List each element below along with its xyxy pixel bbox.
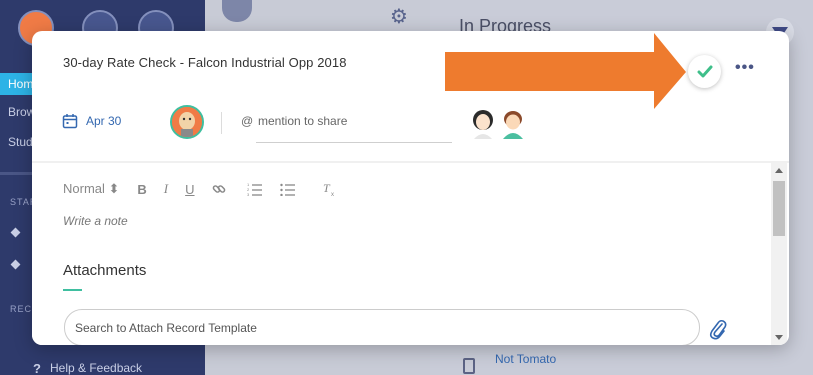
italic-button[interactable]: I (164, 181, 168, 197)
calendar-icon (62, 114, 78, 129)
task-title[interactable]: 30-day Rate Check - Falcon Industrial Op… (63, 55, 347, 70)
ordered-list-icon[interactable]: 1 2 3 (247, 182, 263, 196)
clear-format-icon[interactable]: T x (322, 181, 338, 197)
attachments-heading: Attachments (63, 262, 147, 279)
format-dropdown[interactable]: Normal ⬍ (63, 181, 119, 197)
bullet-list-icon[interactable] (279, 182, 296, 196)
check-icon (697, 65, 712, 77)
starred-item-icon[interactable] (10, 227, 21, 238)
more-options-button[interactable]: ••• (735, 59, 755, 77)
gear-icon[interactable]: ⚙ (390, 4, 408, 29)
paperclip-icon[interactable] (708, 318, 728, 340)
help-feedback-link[interactable]: Help & Feedback (50, 361, 142, 375)
complete-task-button[interactable] (688, 55, 721, 88)
scroll-down-icon[interactable] (775, 335, 783, 340)
annotation-arrow (445, 33, 686, 109)
attach-search-input[interactable]: Search to Attach Record Template (64, 309, 700, 345)
svg-text:3: 3 (247, 192, 250, 196)
underline-button[interactable]: U (185, 182, 194, 197)
svg-text:T: T (323, 181, 331, 195)
owner-avatar[interactable] (170, 105, 204, 139)
scroll-thumb[interactable] (773, 181, 785, 236)
mention-icon: @ (241, 114, 254, 128)
starred-item-icon[interactable] (10, 259, 21, 270)
note-editor[interactable]: Write a note (63, 214, 128, 228)
editor-toolbar: Normal ⬍ B I U 1 2 3 T x (63, 181, 355, 197)
link-icon[interactable] (212, 182, 226, 196)
attachments-underline (63, 289, 82, 291)
mention-placeholder: mention to share (258, 114, 348, 128)
record-icon (463, 358, 475, 374)
scroll-up-icon[interactable] (775, 168, 783, 173)
due-date[interactable]: Apr 30 (62, 113, 121, 129)
task-content: Normal ⬍ B I U 1 2 3 T x Write a note At… (32, 161, 789, 345)
divider (221, 112, 222, 134)
due-date-label: Apr 30 (86, 114, 122, 128)
help-icon[interactable]: ? (33, 361, 41, 375)
mention-input[interactable]: @ mention to share (241, 113, 452, 143)
bold-button[interactable]: B (137, 182, 146, 197)
record-link[interactable]: Not Tomato (495, 352, 556, 366)
svg-text:x: x (331, 192, 334, 197)
scrollbar[interactable] (771, 163, 787, 345)
